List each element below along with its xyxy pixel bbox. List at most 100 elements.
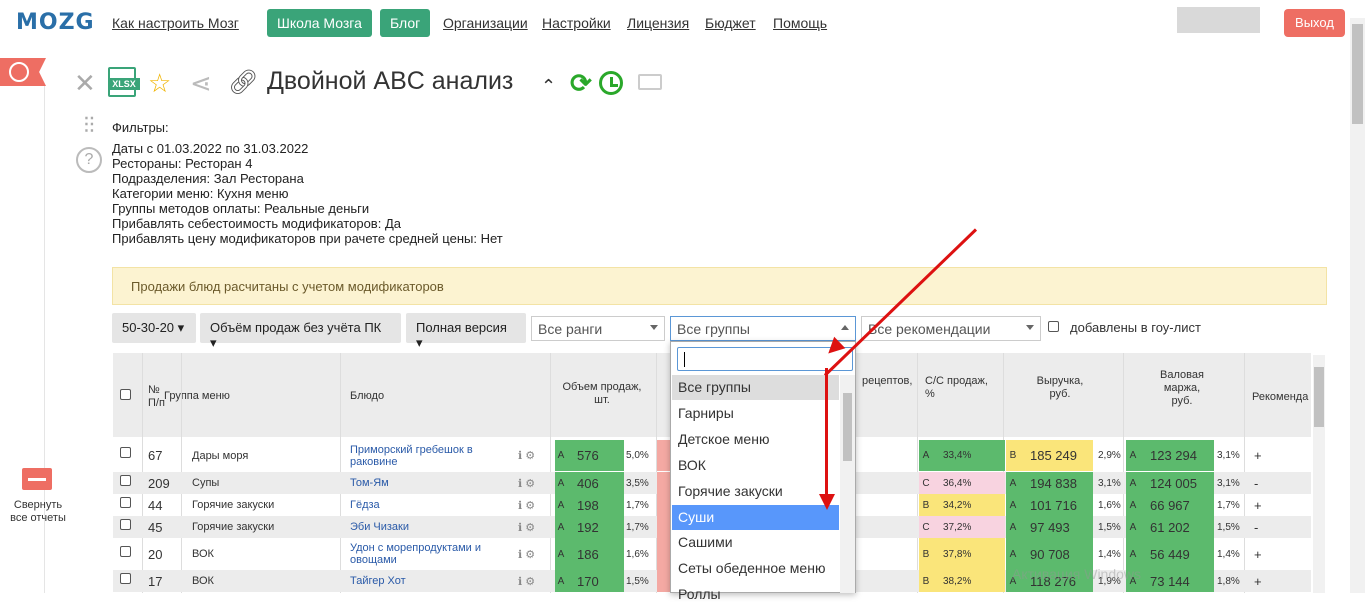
link-icon[interactable]: 🔗︎ <box>228 68 258 98</box>
nav-link-help[interactable]: Помощь <box>773 15 827 31</box>
volume-dropdown[interactable]: Объём продаж без учёта ПК ▾ <box>200 313 401 350</box>
version-dropdown[interactable]: Полная версия ▾ <box>406 313 526 350</box>
row-dish[interactable]: Тайгер Хот <box>350 570 510 592</box>
version-label: Полная версия <box>416 320 507 335</box>
dropdown-option[interactable]: Сашими <box>672 530 839 555</box>
filters-header: Фильтры: <box>112 120 169 135</box>
volume-value: 576 <box>567 440 624 471</box>
th-recommend[interactable]: Рекоменда <box>1252 391 1311 404</box>
volume-class: A <box>555 494 567 516</box>
school-button[interactable]: Школа Мозга <box>267 9 372 37</box>
cost-value: 34,2% <box>933 494 1005 516</box>
ranks-select[interactable]: Все ранги <box>531 316 665 341</box>
volume-pct: 5,0% <box>626 450 649 461</box>
categories-label: Категории меню: <box>112 186 214 201</box>
groups-value: Все группы <box>677 321 750 337</box>
margin-pct: 1,8% <box>1217 575 1240 587</box>
blog-button[interactable]: Блог <box>380 9 431 37</box>
row-dish[interactable]: Приморский гребешок в раковине <box>350 440 510 471</box>
select-all-checkbox[interactable] <box>120 389 131 400</box>
recommendations-select[interactable]: Все рекомендации <box>861 316 1041 341</box>
dropdown-option[interactable]: Детское меню <box>672 427 839 452</box>
collapse-icon[interactable] <box>22 468 52 490</box>
dropdown-option[interactable]: Все группы <box>672 375 839 400</box>
nav-link-organizations[interactable]: Организации <box>443 15 528 31</box>
volume-pct: 3,5% <box>626 477 649 489</box>
row-dish[interactable]: Том-Ям <box>350 472 510 494</box>
row-checkbox[interactable] <box>120 518 131 530</box>
th-group[interactable]: Группа меню <box>164 390 230 403</box>
annotation-arrow-down <box>825 368 828 496</box>
margin-pct: 3,1% <box>1217 477 1240 489</box>
star-icon[interactable]: ☆ <box>148 68 171 98</box>
th-dish[interactable]: Блюдо <box>350 390 384 403</box>
logo[interactable]: MOZG <box>16 10 95 35</box>
info-icon[interactable]: ℹ ⚙ <box>518 516 550 538</box>
row-dish[interactable]: Удон с морепродуктами и овощами <box>350 538 510 570</box>
goulist-label: добавлены в гоу-лист <box>1070 320 1201 335</box>
info-icon[interactable]: ℹ ⚙ <box>518 570 550 592</box>
dropdown-option[interactable]: Суши <box>672 504 839 530</box>
info-icon[interactable]: ℹ ⚙ <box>518 538 550 570</box>
row-checkbox[interactable] <box>120 447 131 458</box>
table-scrollbar[interactable] <box>1313 355 1325 593</box>
divisions-value: Зал Ресторана <box>213 171 304 186</box>
cost-class: B <box>919 494 933 516</box>
logout-button[interactable]: Выход <box>1284 9 1345 37</box>
nav-link-setup[interactable]: Как настроить Мозг <box>112 15 239 31</box>
volume-class: A <box>555 570 567 592</box>
dropdown-option[interactable]: Роллы <box>672 582 839 607</box>
th-volume[interactable]: Объем продаж, шт. <box>560 381 644 407</box>
th-recipes[interactable]: рецептов, <box>862 375 912 388</box>
dropdown-option[interactable]: ВОК <box>672 453 839 478</box>
dropdown-option[interactable]: Сеты обеденное меню <box>672 556 839 581</box>
cost-value: 37,8% <box>933 538 1005 570</box>
page-scrollbar[interactable] <box>1350 18 1365 593</box>
help-icon[interactable]: ? <box>76 147 102 173</box>
margin-class: A <box>1126 516 1140 538</box>
refresh-icon[interactable]: ⟳ <box>570 68 592 98</box>
recommendations-value: Все рекомендации <box>868 321 991 337</box>
volume-label: Объём продаж без учёта ПК <box>210 320 382 335</box>
ratio-label: 50-30-20 <box>122 320 175 335</box>
info-icon[interactable]: ℹ ⚙ <box>518 494 550 516</box>
share-icon[interactable]: ⋖ <box>190 68 212 98</box>
volume-class: A <box>555 472 567 494</box>
groups-select[interactable]: Все группы <box>670 316 856 341</box>
goulist-checkbox[interactable] <box>1048 321 1059 332</box>
info-icon[interactable]: ℹ ⚙ <box>518 440 550 471</box>
collapse-label[interactable]: Свернуть все отчеты <box>8 499 68 525</box>
chevron-up-icon[interactable]: ⌃ <box>541 71 556 101</box>
revenue-value: 101 716 <box>1020 494 1093 516</box>
arrow-head-down-icon <box>819 494 835 510</box>
th-margin[interactable]: Валовая маржа, руб. <box>1152 369 1212 408</box>
row-group: ВОК <box>192 575 214 587</box>
dropdown-option[interactable]: Гарниры <box>672 401 839 426</box>
row-checkbox[interactable] <box>120 474 131 486</box>
row-dish[interactable]: Гёдза <box>350 494 510 516</box>
dropdown-scrollbar[interactable] <box>840 375 855 593</box>
laptop-icon[interactable] <box>638 74 662 90</box>
revenue-pct: 2,9% <box>1098 450 1121 461</box>
row-dish[interactable]: Эби Чизаки <box>350 516 510 538</box>
margin-value: 73 144 <box>1140 570 1214 592</box>
row-checkbox[interactable] <box>120 545 131 557</box>
nav-link-license[interactable]: Лицензия <box>627 15 689 31</box>
dropdown-option[interactable]: Горячие закуски <box>672 479 839 504</box>
nav-link-settings[interactable]: Настройки <box>542 15 611 31</box>
close-icon[interactable]: ✕ <box>74 68 96 98</box>
row-checkbox[interactable] <box>120 572 131 584</box>
margin-value: 66 967 <box>1140 494 1214 516</box>
info-icon[interactable]: ℹ ⚙ <box>518 472 550 494</box>
sliders-icon[interactable]: ⫶⫶ <box>76 113 102 139</box>
th-cost[interactable]: С/С продаж, % <box>925 375 995 401</box>
row-checkbox[interactable] <box>120 496 131 508</box>
ratio-dropdown[interactable]: 50-30-20 ▾ <box>112 313 196 343</box>
xlsx-icon[interactable]: XLSX <box>108 67 140 97</box>
th-revenue[interactable]: Выручка, руб. <box>1030 375 1090 401</box>
brain-icon[interactable] <box>0 58 46 86</box>
nav-link-budget[interactable]: Бюджет <box>705 15 756 31</box>
top-nav: MOZG Как настроить Мозг Школа Мозга Блог… <box>0 0 1365 46</box>
clock-icon[interactable] <box>599 71 623 95</box>
cost-class: C <box>919 472 933 494</box>
